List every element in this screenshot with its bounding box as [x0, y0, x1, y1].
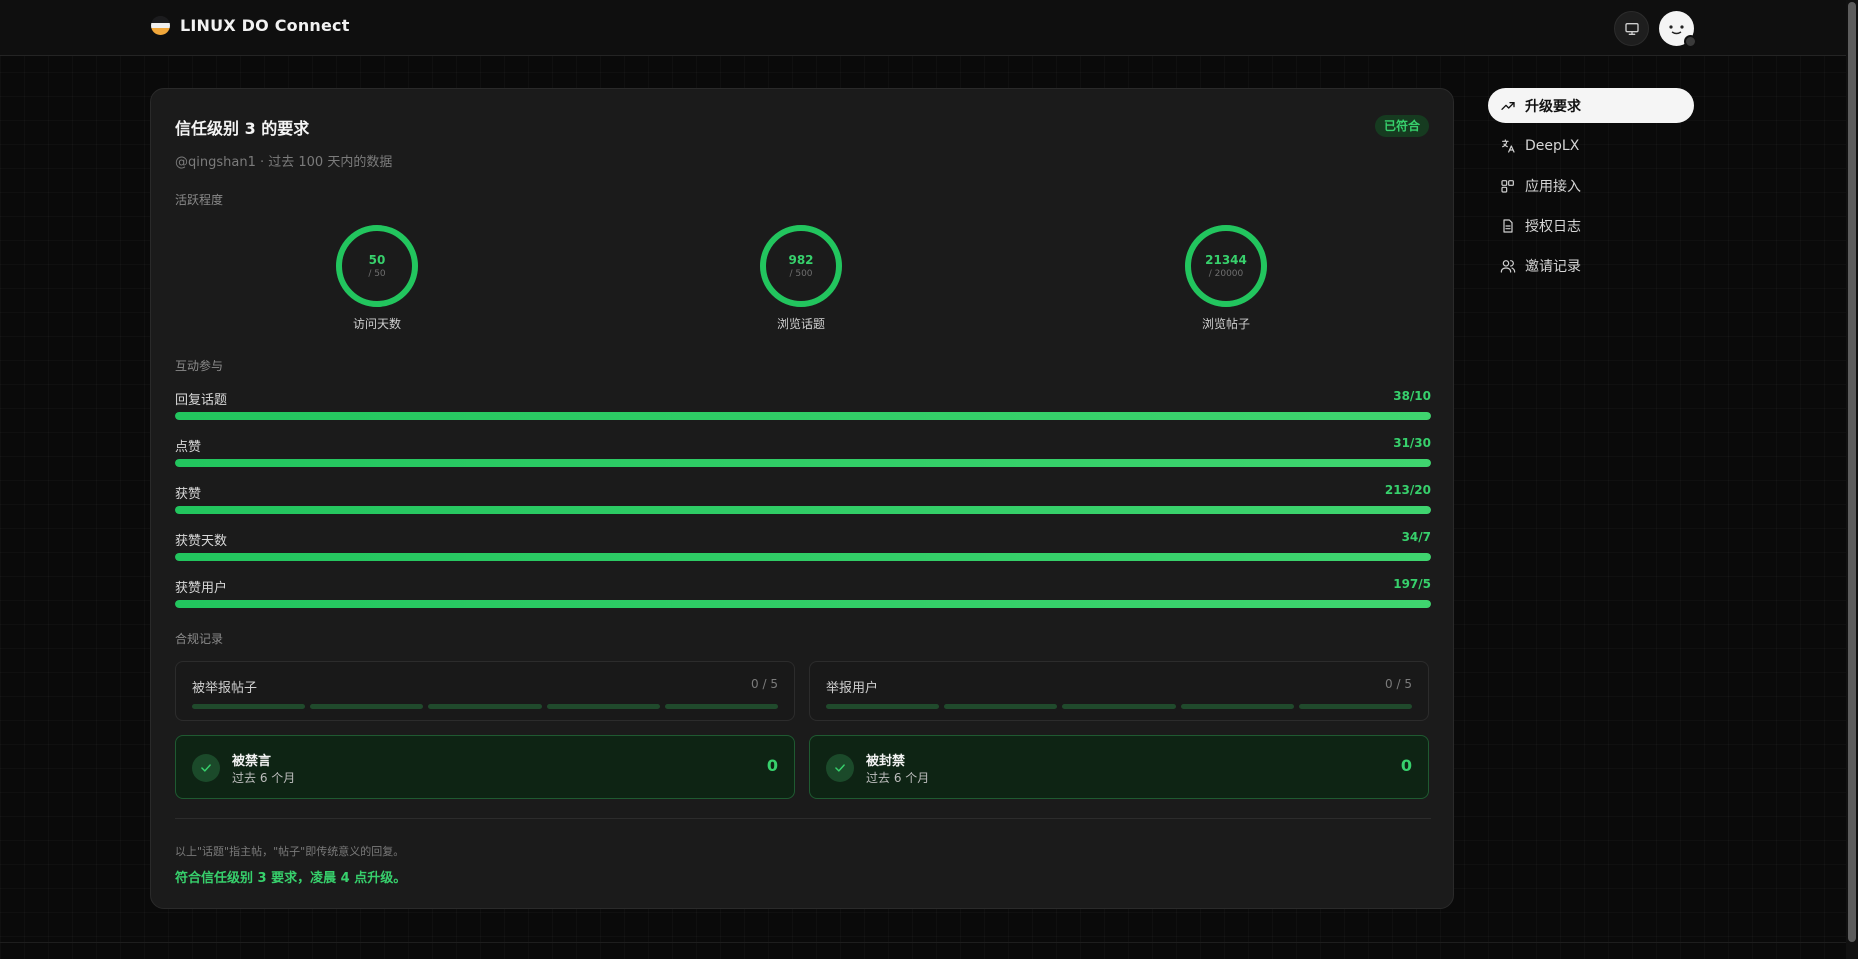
- scroll-thumb[interactable]: [1848, 2, 1856, 942]
- progress-track: [175, 459, 1431, 467]
- translate-icon: [1500, 138, 1516, 154]
- bar-value: 197/5: [1393, 577, 1431, 591]
- footer-divider: [0, 942, 1846, 943]
- bar-value: 38/10: [1393, 389, 1431, 403]
- bar-replies: 回复话题 38/10: [175, 389, 1431, 429]
- report-count: 0 / 5: [751, 677, 778, 691]
- bar-label: 获赞: [175, 487, 202, 502]
- ban-count: 0: [766, 756, 778, 775]
- suspended-status: 被封禁 过去 6 个月 0: [809, 735, 1429, 799]
- nav-item-auth-log[interactable]: 授权日志: [1488, 208, 1694, 243]
- nav-item-invitations[interactable]: 邀请记录: [1488, 248, 1694, 283]
- user-avatar[interactable]: [1659, 11, 1697, 48]
- ring-target: / 20000: [1208, 269, 1244, 279]
- ring-topics-viewed: 982 / 500 浏览话题: [741, 223, 861, 332]
- progress-track: [175, 600, 1431, 608]
- nav-label: DeepLX: [1525, 137, 1580, 154]
- card-subtitle: @qingshan1 · 过去 100 天内的数据: [175, 155, 393, 170]
- nav-item-deeplx[interactable]: DeepLX: [1488, 128, 1694, 163]
- ban-subtitle: 过去 6 个月: [866, 771, 930, 785]
- section-activity: 活跃程度: [175, 193, 224, 207]
- section-interaction: 互动参与: [175, 359, 224, 373]
- footnote: 以上"话题"指主帖，"帖子"即传统意义的回复。: [175, 845, 405, 858]
- avatar-status-badge: [1684, 35, 1697, 48]
- report-label: 举报用户: [826, 681, 879, 696]
- linux-do-logo-icon: [151, 16, 170, 35]
- ring-value: 21344: [1205, 253, 1247, 267]
- nav-item-app-integration[interactable]: 应用接入: [1488, 168, 1694, 203]
- status-badge: 已符合: [1374, 115, 1429, 137]
- ring-target: / 500: [789, 269, 813, 279]
- bar-value: 34/7: [1401, 530, 1431, 544]
- progress-track: [175, 412, 1431, 420]
- brand-name: LINUX DO Connect: [180, 16, 350, 35]
- progress-fill: [175, 459, 1431, 467]
- segment-bar: [826, 704, 1413, 709]
- check-icon: [826, 754, 854, 782]
- ring-visit-days: 50 / 50 访问天数: [317, 223, 437, 332]
- apps-icon: [1500, 178, 1516, 194]
- report-flagged-users: 举报用户 0 / 5: [809, 661, 1429, 721]
- bar-label: 回复话题: [175, 393, 228, 408]
- progress-fill: [175, 553, 1431, 561]
- ring-value: 982: [788, 253, 814, 267]
- page-scrollbar[interactable]: [1846, 0, 1858, 959]
- progress-fill: [175, 600, 1431, 608]
- users-icon: [1500, 258, 1516, 274]
- bar-value: 213/20: [1384, 483, 1431, 497]
- progress-fill: [175, 506, 1431, 514]
- nav-label: 应用接入: [1525, 178, 1581, 195]
- bar-likes-received: 获赞 213/20: [175, 483, 1431, 523]
- silenced-status: 被禁言 过去 6 个月 0: [175, 735, 795, 799]
- monitor-icon: [1624, 22, 1639, 35]
- bar-label: 获赞天数: [175, 534, 228, 549]
- document-icon: [1500, 218, 1516, 234]
- card-title: 信任级别 3 的要求: [175, 119, 310, 138]
- progress-track: [175, 506, 1431, 514]
- trust-level-card: 信任级别 3 的要求 已符合 @qingshan1 · 过去 100 天内的数据…: [150, 88, 1454, 909]
- bar-label: 获赞用户: [175, 581, 228, 596]
- ring-posts-viewed: 21344 / 20000 浏览帖子: [1166, 223, 1286, 332]
- check-icon: [192, 754, 220, 782]
- ring-label: 浏览帖子: [1201, 317, 1250, 331]
- ban-subtitle: 过去 6 个月: [232, 771, 296, 785]
- bar-label: 点赞: [175, 440, 202, 455]
- nav-label: 授权日志: [1525, 218, 1581, 235]
- section-compliance: 合规记录: [175, 632, 224, 646]
- progress-fill: [175, 412, 1431, 420]
- progress-track: [175, 553, 1431, 561]
- report-label: 被举报帖子: [192, 681, 258, 696]
- report-count: 0 / 5: [1385, 677, 1412, 691]
- nav-label: 升级要求: [1525, 98, 1581, 115]
- report-flagged-posts: 被举报帖子 0 / 5: [175, 661, 795, 721]
- ban-title: 被封禁: [866, 754, 906, 769]
- segment-bar: [192, 704, 779, 709]
- side-nav: 升级要求 DeepLX 应用接入 授权日志 邀请记录: [1488, 88, 1694, 288]
- ring-label: 浏览话题: [776, 317, 825, 331]
- nav-label: 邀请记录: [1525, 258, 1581, 275]
- bar-liked-days: 获赞天数 34/7: [175, 530, 1431, 570]
- nav-item-upgrade-requirements[interactable]: 升级要求: [1488, 88, 1694, 123]
- bar-value: 31/30: [1393, 436, 1431, 450]
- ban-count: 0: [1400, 756, 1412, 775]
- ban-title: 被禁言: [232, 754, 272, 769]
- brand[interactable]: LINUX DO Connect: [151, 16, 350, 35]
- ring-value: 50: [368, 253, 386, 267]
- bar-likes-given: 点赞 31/30: [175, 436, 1431, 476]
- conclusion-text: 符合信任级别 3 要求，凌晨 4 点升级。: [175, 871, 407, 886]
- theme-toggle-button[interactable]: [1614, 11, 1649, 46]
- trending-up-icon: [1500, 98, 1516, 114]
- ring-label: 访问天数: [352, 317, 401, 331]
- divider: [175, 818, 1431, 819]
- bar-liked-users: 获赞用户 197/5: [175, 577, 1431, 617]
- ring-target: / 50: [368, 269, 386, 279]
- top-header: LINUX DO Connect: [0, 0, 1846, 56]
